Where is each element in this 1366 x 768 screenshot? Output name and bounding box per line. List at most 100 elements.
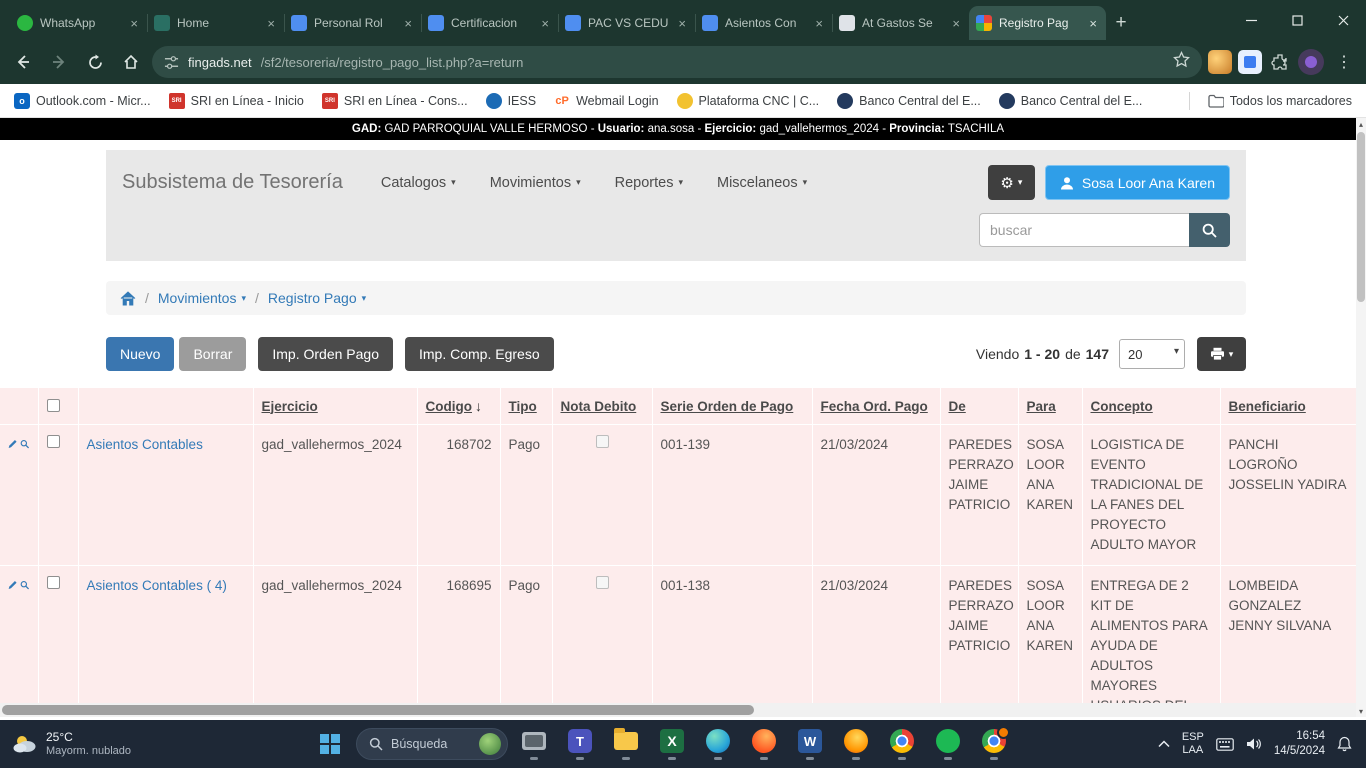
chrome-app-icon[interactable] — [882, 722, 922, 766]
maximize-icon[interactable] — [1274, 0, 1320, 40]
breadcrumb-movimientos[interactable]: Movimientos ▾ — [158, 290, 246, 306]
touch-keyboard-icon[interactable] — [1216, 738, 1234, 751]
tab-close-icon[interactable]: × — [950, 16, 962, 31]
column-header-link[interactable]: De — [949, 399, 966, 414]
browser-home-icon[interactable] — [116, 47, 146, 77]
breadcrumb-registro-pago[interactable]: Registro Pago ▾ — [268, 290, 366, 306]
page-size-select[interactable]: 20 — [1119, 339, 1185, 369]
search-input[interactable] — [979, 213, 1189, 247]
view-magnifier-icon[interactable] — [20, 578, 29, 592]
print-button[interactable]: ▾ — [1197, 337, 1246, 371]
vertical-scrollbar-thumb[interactable] — [1357, 132, 1365, 302]
horizontal-scrollbar[interactable] — [0, 703, 1356, 717]
column-header-link[interactable]: Serie Orden de Pago — [661, 399, 794, 414]
firefox-app-icon[interactable] — [744, 722, 784, 766]
tab-close-icon[interactable]: × — [676, 16, 688, 31]
bookmark-bce-1[interactable]: Banco Central del E... — [837, 93, 981, 109]
notifications-bell-icon[interactable] — [1337, 736, 1352, 752]
horizontal-scrollbar-thumb[interactable] — [2, 705, 754, 715]
bookmark-bce-2[interactable]: Banco Central del E... — [999, 93, 1143, 109]
address-bar[interactable]: fingads.net/sf2/tesoreria/registro_pago_… — [152, 46, 1202, 78]
excel-app-icon[interactable]: X — [652, 722, 692, 766]
tab-at-gastos[interactable]: At Gastos Se × — [832, 6, 969, 40]
vertical-scrollbar[interactable]: ▴ ▾ — [1356, 118, 1366, 717]
menu-catalogos[interactable]: Catalogos ▾ — [381, 175, 456, 191]
borrar-button[interactable]: Borrar — [179, 337, 246, 371]
clock-widget[interactable]: 16:54 14/5/2024 — [1274, 729, 1325, 759]
file-explorer-app-icon[interactable] — [606, 722, 646, 766]
nuevo-button[interactable]: Nuevo — [106, 337, 174, 371]
chrome-active-app-icon[interactable] — [974, 722, 1014, 766]
taskbar-search[interactable]: Búsqueda — [356, 728, 508, 760]
column-header-link[interactable]: Beneficiario — [1229, 399, 1306, 414]
asientos-contables-link[interactable]: Asientos Contables — [87, 437, 203, 452]
menu-movimientos[interactable]: Movimientos ▾ — [490, 175, 581, 191]
extension-icon[interactable] — [1208, 50, 1232, 74]
browser-menu-icon[interactable]: ⋮ — [1330, 52, 1358, 72]
column-header-link[interactable]: Fecha Ord. Pago — [821, 399, 928, 414]
word-app-icon[interactable]: W — [790, 722, 830, 766]
bookmark-iess[interactable]: IESS — [486, 93, 537, 109]
asientos-contables-link[interactable]: Asientos Contables ( 4) — [87, 578, 227, 593]
bookmark-cnc[interactable]: Plataforma CNC | C... — [677, 93, 820, 109]
tab-asientos[interactable]: Asientos Con × — [695, 6, 832, 40]
site-settings-icon[interactable] — [164, 55, 179, 70]
forward-icon[interactable] — [44, 47, 74, 77]
column-header-link[interactable]: Concepto — [1091, 399, 1153, 414]
tab-close-icon[interactable]: × — [1087, 16, 1099, 31]
language-indicator[interactable]: ESP LAA — [1182, 731, 1204, 757]
column-header-link[interactable]: Para — [1027, 399, 1056, 414]
edit-pencil-icon[interactable] — [8, 437, 17, 451]
taskview-app-icon[interactable] — [514, 722, 554, 766]
bookmark-sri-consultas[interactable]: SRI SRI en Línea - Cons... — [322, 93, 468, 109]
menu-reportes[interactable]: Reportes ▾ — [615, 175, 683, 191]
select-all-checkbox[interactable] — [47, 399, 60, 412]
tab-registro-pago-active[interactable]: Registro Pag × — [969, 6, 1106, 40]
nota-debito-checkbox[interactable] — [596, 435, 609, 448]
teams-app-icon[interactable]: T — [560, 722, 600, 766]
tab-home[interactable]: Home × — [147, 6, 284, 40]
user-button[interactable]: Sosa Loor Ana Karen — [1045, 165, 1230, 200]
view-magnifier-icon[interactable] — [20, 437, 29, 451]
minimize-icon[interactable] — [1228, 0, 1274, 40]
firefox2-app-icon[interactable] — [836, 722, 876, 766]
imp-comp-egreso-button[interactable]: Imp. Comp. Egreso — [405, 337, 554, 371]
tab-whatsapp[interactable]: WhatsApp × — [10, 6, 147, 40]
close-window-icon[interactable] — [1320, 0, 1366, 40]
edge-app-icon[interactable] — [698, 722, 738, 766]
row-checkbox[interactable] — [47, 435, 60, 448]
home-icon[interactable] — [120, 291, 136, 306]
column-header-link[interactable]: Nota Debito — [561, 399, 637, 414]
tray-overflow-chevron-icon[interactable] — [1158, 740, 1170, 748]
sort-desc-icon[interactable]: ↓ — [475, 398, 482, 414]
all-bookmarks-button[interactable]: Todos los marcadores — [1208, 94, 1352, 108]
edit-pencil-icon[interactable] — [8, 578, 17, 592]
extensions-puzzle-icon[interactable] — [1268, 50, 1292, 74]
tab-personal-rol[interactable]: Personal Rol × — [284, 6, 421, 40]
row-checkbox[interactable] — [47, 576, 60, 589]
start-button[interactable] — [310, 722, 350, 766]
bookmark-sri-inicio[interactable]: SRI SRI en Línea - Inicio — [169, 93, 304, 109]
tab-certificacion[interactable]: Certificacion × — [421, 6, 558, 40]
bookmark-webmail[interactable]: cP Webmail Login — [554, 93, 658, 109]
nota-debito-checkbox[interactable] — [596, 576, 609, 589]
settings-button[interactable]: ⚙ ▾ — [988, 165, 1035, 200]
tab-close-icon[interactable]: × — [539, 16, 551, 31]
imp-orden-pago-button[interactable]: Imp. Orden Pago — [258, 337, 393, 371]
weather-widget[interactable]: 25°C Mayorm. nublado — [0, 730, 143, 758]
new-tab-button[interactable]: + — [1106, 8, 1136, 38]
menu-miscelaneos[interactable]: Miscelaneos ▾ — [717, 175, 807, 191]
extension-icon[interactable] — [1238, 50, 1262, 74]
scroll-up-icon[interactable]: ▴ — [1356, 118, 1366, 130]
bookmark-outlook[interactable]: o Outlook.com - Micr... — [14, 93, 151, 109]
bookmark-star-icon[interactable] — [1173, 51, 1190, 73]
search-button[interactable] — [1189, 213, 1230, 247]
tab-close-icon[interactable]: × — [813, 16, 825, 31]
column-header-link[interactable]: Ejercicio — [262, 399, 318, 414]
refresh-icon[interactable] — [80, 47, 110, 77]
tab-close-icon[interactable]: × — [265, 16, 277, 31]
tab-close-icon[interactable]: × — [128, 16, 140, 31]
back-icon[interactable] — [8, 47, 38, 77]
tab-pac-vs-cedu[interactable]: PAC VS CEDU × — [558, 6, 695, 40]
column-header-link[interactable]: Codigo — [426, 399, 473, 414]
